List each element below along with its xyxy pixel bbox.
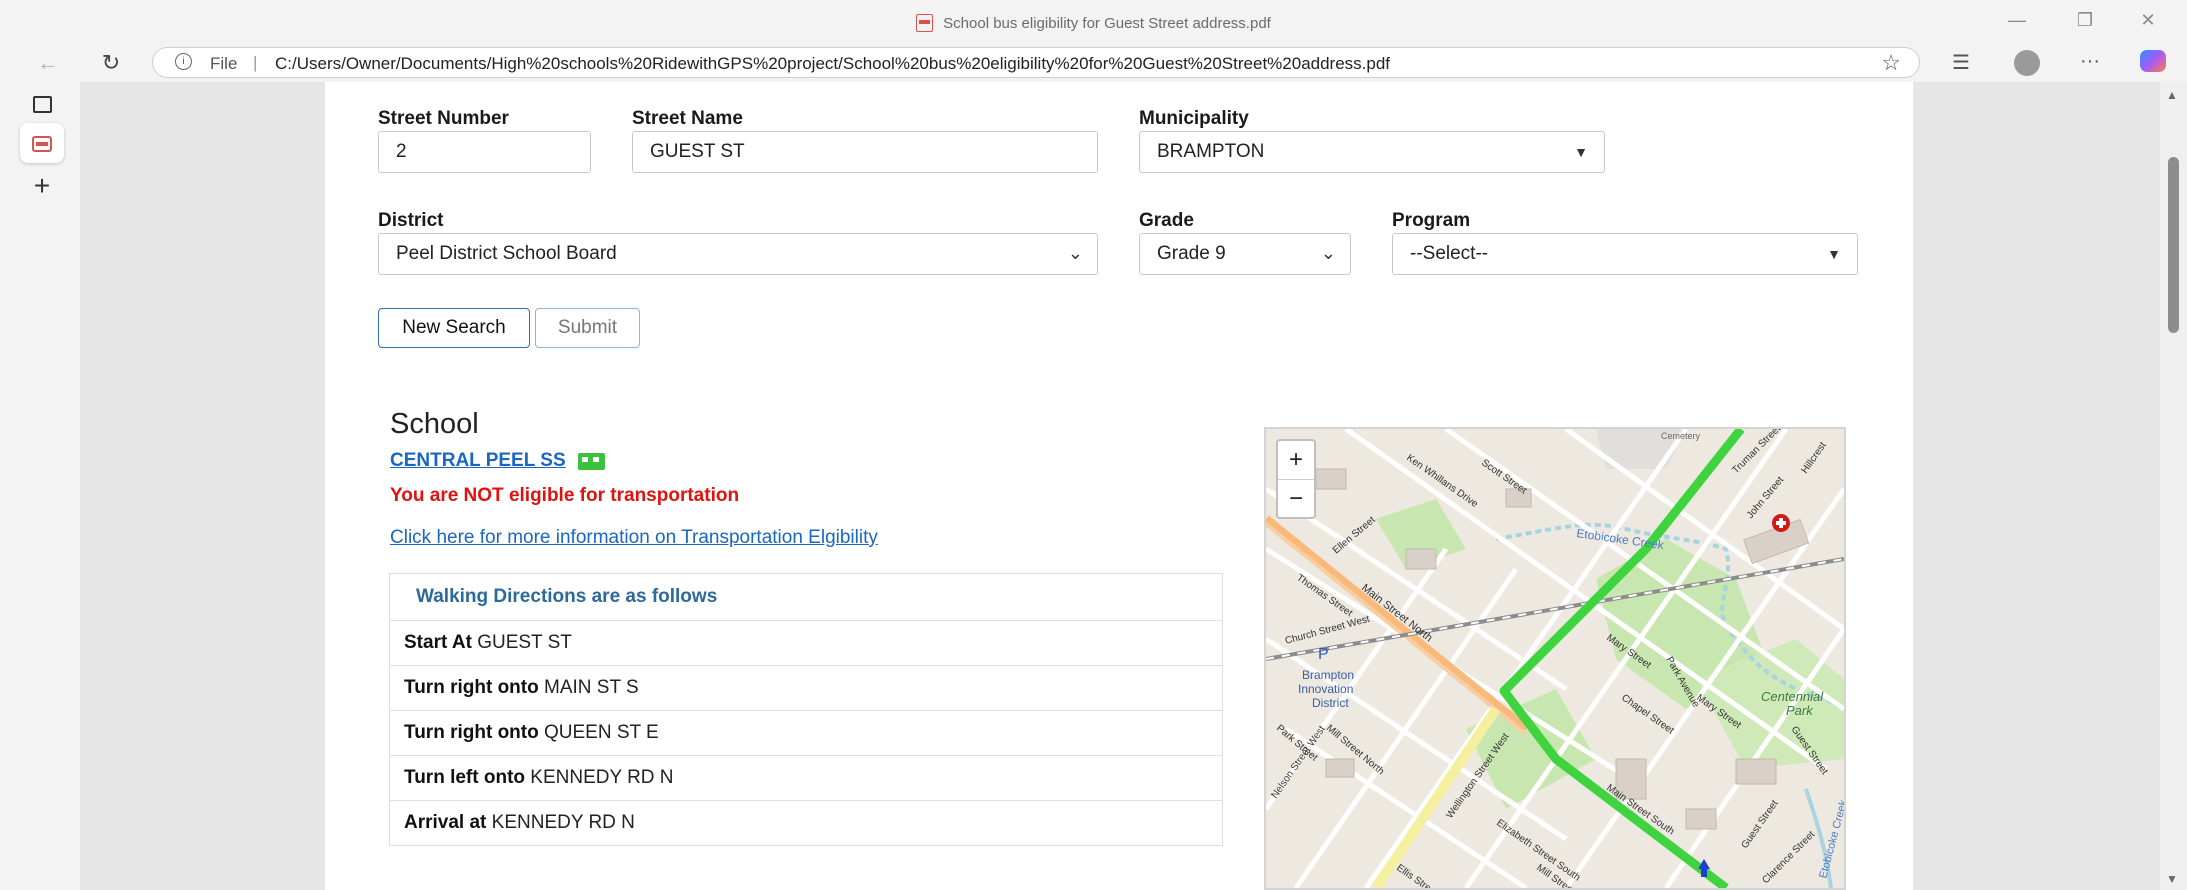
- map-label: District: [1312, 696, 1349, 710]
- window-title-text: School bus eligibility for Guest Street …: [943, 15, 1271, 32]
- map-label: P: [1318, 646, 1329, 663]
- direction-row: Turn right onto QUEEN ST E: [390, 711, 1222, 756]
- municipality-label: Municipality: [1139, 108, 1249, 129]
- map-label: Centennial: [1761, 689, 1824, 704]
- address-row: ← ↻ i File | C:/Users/Owner/Documents/Hi…: [0, 47, 2187, 82]
- direction-street: QUEEN ST E: [544, 722, 659, 743]
- file-label: File: [210, 54, 238, 73]
- grade-label: Grade: [1139, 210, 1194, 231]
- directions-header: Walking Directions are as follows: [390, 574, 1222, 621]
- direction-row: Arrival at KENNEDY RD N: [390, 801, 1222, 845]
- route-map[interactable]: Ken Whillans Drive Scott Street Truman S…: [1264, 427, 1846, 890]
- direction-street: KENNEDY RD N: [530, 767, 674, 788]
- map-zoom-control: + −: [1276, 439, 1316, 519]
- zoom-in-button[interactable]: +: [1278, 441, 1314, 480]
- scrollbar-thumb[interactable]: [2168, 157, 2179, 333]
- submit-button[interactable]: Submit: [535, 308, 640, 348]
- transportation-info-link[interactable]: Click here for more information on Trans…: [390, 527, 878, 549]
- scroll-up-icon[interactable]: ▲: [2166, 88, 2178, 102]
- municipality-value: BRAMPTON: [1157, 141, 1265, 162]
- url-separator: |: [253, 53, 258, 72]
- street-name-input[interactable]: GUEST ST: [632, 131, 1098, 173]
- chevron-down-icon: ⌄: [1320, 243, 1336, 263]
- restore-icon[interactable]: ❐: [2070, 10, 2100, 31]
- street-number-input[interactable]: 2: [378, 131, 591, 173]
- pdf-tab-icon[interactable]: [20, 123, 64, 163]
- grade-select[interactable]: Grade 9 ⌄: [1139, 233, 1351, 275]
- direction-street: GUEST ST: [477, 632, 572, 653]
- walking-directions-table: Walking Directions are as follows Start …: [389, 573, 1223, 846]
- school-heading: School: [390, 408, 479, 440]
- direction-street: KENNEDY RD N: [491, 812, 635, 833]
- map-label: Innovation: [1298, 682, 1353, 696]
- url-text[interactable]: C:/Users/Owner/Documents/High%20schools%…: [275, 54, 1390, 74]
- new-search-button[interactable]: New Search: [378, 308, 530, 348]
- direction-action: Turn right onto: [404, 722, 539, 743]
- district-select[interactable]: Peel District School Board ⌄: [378, 233, 1098, 275]
- caret-down-icon: ▼: [1827, 246, 1841, 262]
- favorites-list-icon[interactable]: ☰: [1946, 50, 1976, 75]
- favorite-star-icon[interactable]: ☆: [1881, 50, 1901, 76]
- profile-avatar-icon[interactable]: [2012, 50, 2042, 82]
- direction-action: Start At: [404, 632, 472, 653]
- direction-action: Turn left onto: [404, 767, 526, 788]
- map-label: Brampton: [1302, 668, 1354, 682]
- program-value: --Select--: [1410, 243, 1489, 264]
- new-tab-icon[interactable]: +: [20, 166, 64, 206]
- district-value: Peel District School Board: [396, 243, 617, 264]
- window-title: School bus eligibility for Guest Street …: [0, 14, 2187, 32]
- tab-actions-icon[interactable]: [20, 87, 64, 127]
- vertical-tab-sidebar: +: [0, 82, 80, 890]
- map-tiles: Ken Whillans Drive Scott Street Truman S…: [1266, 429, 1844, 888]
- direction-action: Turn right onto: [404, 677, 539, 698]
- grade-value: Grade 9: [1157, 243, 1226, 264]
- pdf-file-icon: [916, 14, 934, 32]
- eligibility-message: You are NOT eligible for transportation: [390, 485, 740, 506]
- municipality-select[interactable]: BRAMPTON ▼: [1139, 131, 1605, 173]
- street-name-label: Street Name: [632, 108, 743, 129]
- chevron-down-icon: ⌄: [1067, 243, 1083, 263]
- address-bar[interactable]: i File | C:/Users/Owner/Documents/High%2…: [152, 47, 1920, 78]
- school-name-link[interactable]: CENTRAL PEEL SS: [390, 450, 566, 472]
- direction-row: Turn right onto MAIN ST S: [390, 666, 1222, 711]
- vertical-scrollbar[interactable]: ▲ ▼: [2160, 82, 2187, 890]
- more-options-icon[interactable]: ···: [2075, 50, 2105, 73]
- program-label: Program: [1392, 210, 1471, 231]
- start-marker-icon: [1701, 869, 1707, 877]
- program-select[interactable]: --Select-- ▼: [1392, 233, 1858, 275]
- info-icon[interactable]: i: [175, 53, 192, 70]
- minimize-icon[interactable]: —: [2002, 10, 2032, 31]
- caret-down-icon: ▼: [1574, 144, 1588, 160]
- back-arrow-icon[interactable]: ←: [33, 50, 63, 76]
- bus-icon: [578, 453, 605, 470]
- direction-row: Turn left onto KENNEDY RD N: [390, 756, 1222, 801]
- refresh-icon[interactable]: ↻: [96, 50, 126, 76]
- street-number-label: Street Number: [378, 108, 509, 129]
- close-icon[interactable]: ✕: [2133, 10, 2163, 31]
- hospital-cross: [1779, 518, 1783, 528]
- direction-street: MAIN ST S: [544, 677, 639, 698]
- district-label: District: [378, 210, 444, 231]
- title-bar: School bus eligibility for Guest Street …: [0, 0, 2187, 47]
- direction-row: Start At GUEST ST: [390, 621, 1222, 666]
- copilot-icon[interactable]: [2138, 50, 2168, 78]
- direction-action: Arrival at: [404, 812, 487, 833]
- zoom-out-button[interactable]: −: [1278, 480, 1314, 518]
- map-label: Cemetery: [1661, 431, 1701, 441]
- scroll-down-icon[interactable]: ▼: [2166, 872, 2178, 886]
- map-label: Park: [1786, 703, 1814, 718]
